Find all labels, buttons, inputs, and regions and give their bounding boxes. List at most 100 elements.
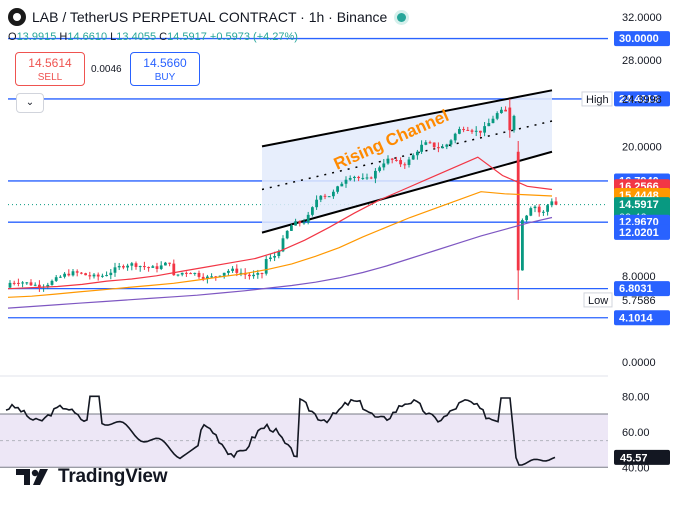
candle-body [21, 282, 24, 284]
high-marker-label: High [586, 94, 609, 106]
candle-body [437, 147, 440, 149]
candle-body [508, 107, 512, 131]
low-value: 13.4055 [116, 31, 157, 43]
candle-body [315, 199, 318, 208]
candle-body [92, 274, 96, 277]
candle-body [12, 282, 16, 284]
candle-body [432, 142, 436, 148]
candle-body [344, 179, 348, 184]
candle-body [185, 272, 188, 274]
candle-body [462, 129, 465, 131]
candle-body [176, 274, 180, 276]
close-value: 14.5917 [167, 31, 207, 43]
candle-body [512, 115, 516, 131]
low-marker-value: 5.7586 [622, 295, 656, 307]
close-label: C [159, 31, 168, 43]
spread-value: 0.0046 [91, 64, 122, 75]
candle-body [441, 146, 444, 149]
candle-body [554, 201, 558, 205]
candle-body [25, 282, 29, 284]
candle-body [59, 276, 62, 278]
candle-body [327, 196, 331, 198]
price-badge-value: 30.0000 [619, 33, 659, 45]
candle-body [105, 275, 108, 277]
candle-body [155, 266, 159, 269]
candle-body [231, 268, 234, 271]
market-open-dot-icon [397, 12, 407, 22]
candle-body [365, 177, 369, 179]
candle-body [537, 206, 541, 213]
price-axis-label: 28.0000 [622, 55, 662, 67]
candle-body [374, 170, 377, 179]
candle-body [348, 177, 352, 180]
sell-button[interactable]: 14.5614 SELL [15, 52, 85, 86]
candle-body [399, 160, 402, 165]
candle-body [180, 272, 184, 275]
candle-body [147, 267, 150, 269]
tradingview-logo-icon [16, 469, 48, 485]
candle-body [428, 142, 432, 144]
candle-body [550, 201, 554, 206]
candle-body [50, 280, 54, 285]
candle-body [126, 265, 129, 268]
candle-body [403, 164, 407, 166]
candle-body [449, 140, 453, 145]
candle-body [130, 263, 134, 266]
candle-body [479, 130, 482, 133]
candle-body [134, 263, 138, 267]
candle-body [227, 270, 230, 273]
tradingview-logo[interactable]: TradingView [16, 466, 168, 488]
open-label: O [8, 31, 17, 43]
candle-body [84, 273, 87, 276]
tradingview-wordmark: TradingView [58, 466, 168, 487]
candle-body [487, 123, 491, 127]
candle-body [285, 230, 289, 239]
candle-body [319, 195, 323, 200]
open-value: 13.9915 [16, 31, 57, 43]
candle-body [264, 258, 268, 274]
change-value: +0.5973 (+4.27%) [209, 31, 298, 43]
candle-body [516, 151, 520, 271]
candle-body [302, 222, 306, 224]
candle-body [54, 277, 58, 281]
collapse-legend-button[interactable]: ⌄ [16, 93, 44, 113]
candle-body [210, 276, 213, 278]
candle-body [256, 273, 260, 275]
candle-body [474, 130, 478, 132]
candle-body [88, 275, 92, 277]
candle-body [273, 256, 276, 258]
coin-logo-icon [8, 8, 26, 26]
candle-body [298, 221, 302, 224]
candle-body [353, 176, 356, 178]
candle-body [323, 195, 327, 197]
candle-body [109, 272, 113, 276]
moving-average-line-2 [7, 216, 553, 309]
chart-canvas[interactable]: Rising Channel32.000028.000020.00008.000… [0, 0, 678, 506]
candle-body [453, 133, 457, 141]
symbol-title[interactable]: LAB / TetherUS PERPETUAL CONTRACT · 1h ·… [32, 9, 387, 25]
candle-body [222, 272, 226, 276]
candle-body [96, 274, 100, 277]
candle-body [311, 207, 314, 215]
candle-body [168, 262, 171, 264]
candle-body [290, 225, 293, 231]
candle-body [113, 267, 117, 273]
candle-body [411, 155, 415, 160]
candle-body [193, 272, 197, 274]
candle-body [361, 177, 365, 179]
candle-body [294, 221, 297, 226]
rsi-axis-label: 80.00 [622, 391, 650, 403]
sell-label: SELL [37, 72, 63, 83]
candle-body [542, 211, 545, 213]
candle-body [71, 271, 75, 276]
buy-button[interactable]: 14.5660 BUY [130, 52, 200, 86]
candle-body [458, 129, 461, 134]
price-axis-label: 32.0000 [622, 12, 662, 24]
candle-body [189, 273, 192, 275]
candle-body [420, 144, 423, 152]
price-badge-value: 6.8031 [619, 283, 653, 295]
rsi-axis-label: 60.00 [622, 427, 650, 439]
candle-body [122, 266, 125, 268]
price-axis-label: 20.0000 [622, 141, 662, 153]
candle-body [197, 272, 201, 277]
